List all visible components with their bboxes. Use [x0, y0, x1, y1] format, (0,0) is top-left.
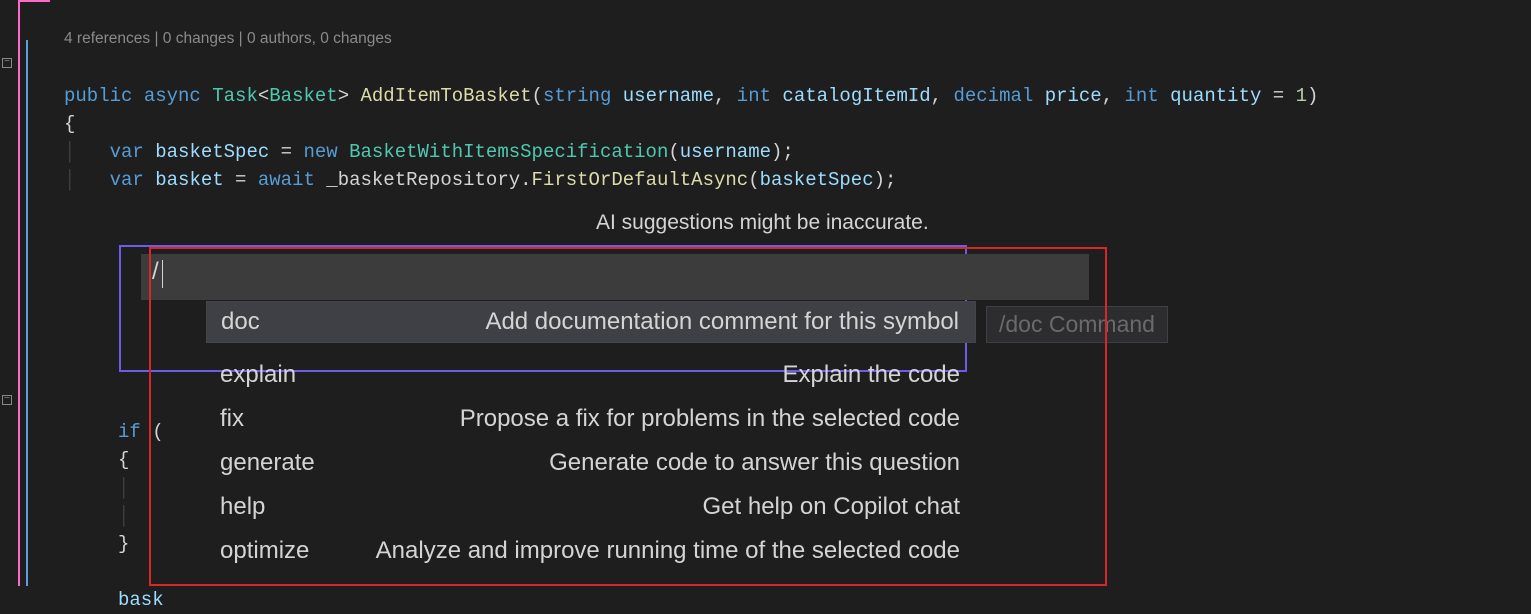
- cmd-item-doc[interactable]: doc Add documentation comment for this s…: [207, 302, 975, 342]
- paren-close-semi: );: [771, 141, 794, 163]
- cmd-name: fix: [220, 405, 244, 433]
- dot: .: [520, 169, 531, 191]
- cmd-item-explain[interactable]: explain Explain the code: [206, 353, 976, 397]
- keyword-int: int: [737, 85, 771, 107]
- default-value: 1: [1296, 85, 1307, 107]
- cmd-desc: Generate code to answer this question: [331, 449, 960, 477]
- outline-margin-pink: [18, 0, 20, 586]
- cmd-name: doc: [221, 308, 260, 336]
- comma: ,: [931, 85, 942, 107]
- param-username: username: [623, 85, 714, 107]
- keyword-if: if: [118, 421, 141, 443]
- equals: =: [1261, 85, 1295, 107]
- var-basketspec: basketSpec: [155, 141, 269, 163]
- cmd-name: generate: [220, 449, 315, 477]
- paren-close-semi: );: [874, 169, 897, 191]
- cmd-item-optimize[interactable]: optimize Analyze and improve running tim…: [206, 529, 976, 573]
- slash-prefix: /: [152, 258, 159, 286]
- paren-open: (: [532, 85, 543, 107]
- comma: ,: [1102, 85, 1113, 107]
- cmd-item-generate[interactable]: generate Generate code to answer this qu…: [206, 441, 976, 485]
- keyword-string: string: [543, 85, 611, 107]
- brace-open: {: [64, 113, 75, 135]
- equals: =: [269, 141, 303, 163]
- paren-open: (: [668, 141, 679, 163]
- keyword-new: new: [303, 141, 337, 163]
- cmd-name: explain: [220, 361, 296, 389]
- brace-open: {: [118, 449, 129, 471]
- cmd-name: optimize: [220, 537, 309, 565]
- slash-command-popup: doc Add documentation comment for this s…: [206, 301, 976, 343]
- cmd-desc: Get help on Copilot chat: [281, 493, 960, 521]
- method-name: AddItemToBasket: [361, 85, 532, 107]
- field-basketrepository: _basketRepository: [326, 169, 520, 191]
- angle-open: <: [258, 85, 269, 107]
- keyword-int: int: [1125, 85, 1159, 107]
- text-cursor: [162, 260, 163, 288]
- keyword-async: async: [144, 85, 201, 107]
- var-basket: basket: [155, 169, 223, 191]
- cmd-desc: Propose a fix for problems in the select…: [260, 405, 960, 433]
- code-behind-popup: if ( { │ │ } bask: [118, 390, 164, 614]
- keyword-var: var: [110, 141, 144, 163]
- inline-chat-input[interactable]: [141, 254, 1089, 300]
- equals: =: [224, 169, 258, 191]
- fold-toggle-icon[interactable]: −: [2, 395, 12, 405]
- cmd-desc: Analyze and improve running time of the …: [325, 537, 960, 565]
- comma: ,: [714, 85, 725, 107]
- param-quantity: quantity: [1170, 85, 1261, 107]
- keyword-public: public: [64, 85, 132, 107]
- code-editor-content[interactable]: public async Task<Basket> AddItemToBaske…: [64, 54, 1318, 194]
- brace-close: }: [118, 533, 129, 555]
- param-catalogitemid: catalogItemId: [782, 85, 930, 107]
- cmd-name: help: [220, 493, 265, 521]
- keyword-await: await: [258, 169, 315, 191]
- keyword-decimal: decimal: [953, 85, 1033, 107]
- type-basket: Basket: [269, 85, 337, 107]
- arg-basketspec: basketSpec: [760, 169, 874, 191]
- paren-open: (: [748, 169, 759, 191]
- command-tooltip: /doc Command: [986, 306, 1168, 343]
- fold-toggle-icon[interactable]: −: [2, 58, 12, 68]
- cmd-desc: Explain the code: [312, 361, 960, 389]
- slash-command-list: explain Explain the code fix Propose a f…: [206, 353, 976, 573]
- type-task: Task: [212, 85, 258, 107]
- param-price: price: [1045, 85, 1102, 107]
- outline-margin-blue: [26, 40, 28, 586]
- cmd-item-help[interactable]: help Get help on Copilot chat: [206, 485, 976, 529]
- type-basketwithitemsspecification: BasketWithItemsSpecification: [349, 141, 668, 163]
- cmd-desc: Add documentation comment for this symbo…: [276, 308, 959, 336]
- cmd-item-fix[interactable]: fix Propose a fix for problems in the se…: [206, 397, 976, 441]
- arg-username: username: [680, 141, 771, 163]
- codelens-info[interactable]: 4 references | 0 changes | 0 authors, 0 …: [64, 30, 392, 48]
- paren-close: ): [1307, 85, 1318, 107]
- method-firstordefaultasync: FirstOrDefaultAsync: [532, 169, 749, 191]
- keyword-var: var: [110, 169, 144, 191]
- paren-open: (: [152, 421, 163, 443]
- outline-margin-pink-top: [18, 0, 50, 2]
- ai-disclaimer: AI suggestions might be inaccurate.: [596, 211, 929, 235]
- var-bask-fragment: bask: [118, 589, 164, 611]
- angle-close: >: [338, 85, 349, 107]
